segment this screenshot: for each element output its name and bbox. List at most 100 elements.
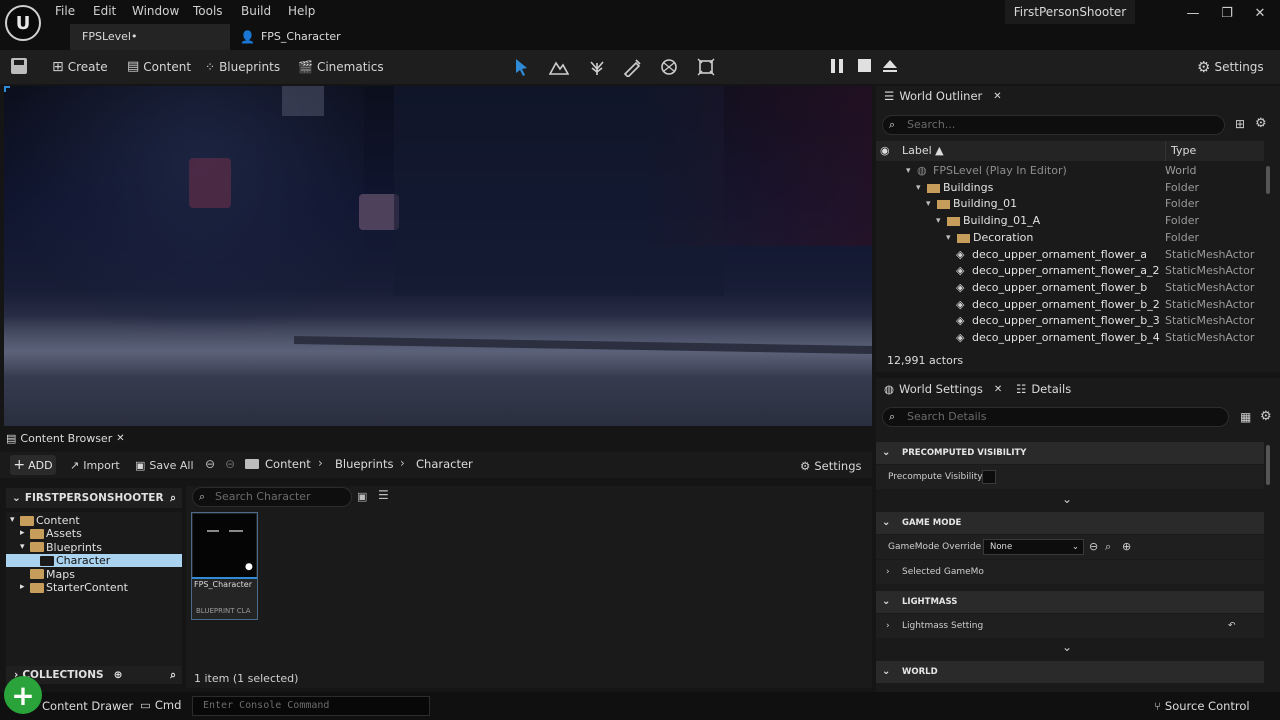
content-tree-item[interactable]: ▾ Blueprints [6, 541, 182, 554]
section-game-mode[interactable]: ⌄ GAME MODE [876, 512, 1264, 534]
chevron-down-icon[interactable]: ▾ [916, 180, 921, 196]
section-precomputed-visibility[interactable]: ⌄ PRECOMPUTED VISIBILITY [876, 442, 1264, 464]
chevron-down-icon[interactable]: ▾ [906, 163, 911, 179]
close-tab-icon[interactable]: ✕ [994, 384, 1002, 395]
filter-icon[interactable]: ☰ [378, 488, 389, 502]
outliner-row[interactable]: ▾ Decoration Folder [876, 230, 1266, 246]
cinematics-button[interactable]: 🎬 Cinematics [298, 58, 384, 76]
content-drawer-plus-icon[interactable]: + [4, 676, 42, 714]
type-column-header[interactable]: Type [1165, 141, 1196, 161]
breadcrumb-blueprints[interactable]: Blueprints [335, 457, 393, 471]
chevron-down-icon[interactable]: ▾ [936, 213, 941, 229]
outliner-row[interactable]: ▾ ◍ FPSLevel (Play In Editor) World [876, 163, 1266, 179]
outliner-row[interactable]: ◈ deco_upper_ornament_flower_b_3 StaticMes… [876, 313, 1266, 329]
console-command-input[interactable]: Enter Console Command [192, 696, 430, 716]
prop-lightmass-settings[interactable]: › Lightmass Setting ↶ [876, 614, 1264, 638]
breadcrumb-separator-icon[interactable]: › [400, 456, 405, 470]
save-all-button[interactable]: ▣ Save All [135, 457, 194, 475]
gear-icon[interactable]: ⚙ [1255, 116, 1267, 131]
add-collection-icon[interactable]: ⊕ [114, 669, 123, 681]
prop-selected-gamemode[interactable]: › Selected GameMo [876, 560, 1264, 584]
menu-help[interactable]: Help [288, 2, 315, 20]
table-view-icon[interactable]: ▦ [1240, 410, 1251, 424]
maximize-button[interactable]: ❐ [1212, 4, 1242, 24]
use-selected-icon[interactable]: ⊖ [1089, 535, 1098, 559]
breadcrumb-character[interactable]: Character [416, 457, 473, 471]
chevron-down-icon[interactable]: ▾ [20, 541, 30, 554]
content-tree-item[interactable]: Maps [6, 568, 182, 581]
content-tree-item[interactable]: Character [6, 554, 182, 568]
browse-search-icon[interactable]: ⌕ [1105, 535, 1111, 559]
add-new-icon[interactable]: ⊕ [1122, 535, 1131, 559]
menu-file[interactable]: File [55, 2, 75, 20]
asset-search-input[interactable]: ⌕ Search Character [192, 487, 352, 507]
content-tree-item[interactable]: ▾ Content [6, 514, 182, 527]
add-folder-icon[interactable]: ⊞ [1235, 117, 1245, 131]
level-viewport[interactable] [4, 86, 872, 426]
outliner-row[interactable]: ◈ deco_upper_ornament_flower_b_2 StaticMes… [876, 297, 1266, 313]
chevron-down-icon[interactable]: ▾ [926, 196, 931, 212]
world-settings-tab[interactable]: ◍ World Settings ✕ [884, 382, 1002, 396]
chevron-right-icon[interactable]: ▸ [20, 527, 30, 540]
search-icon[interactable]: ⌕ [170, 492, 176, 505]
asset-tile-fps-character[interactable]: ● FPS_Character BLUEPRINT CLA [191, 512, 258, 620]
mesh-paint-mode-icon[interactable] [622, 57, 642, 77]
search-icon[interactable]: ⌕ [170, 669, 176, 682]
content-tree-item[interactable]: ▸ Assets [6, 527, 182, 540]
save-icon[interactable] [11, 58, 27, 74]
foliage-mode-icon[interactable] [587, 57, 607, 77]
outliner-row[interactable]: ◈ deco_upper_ornament_flower_a_2 StaticMes… [876, 263, 1266, 279]
section-world[interactable]: ⌄ WORLD [876, 661, 1264, 683]
close-tab-icon[interactable]: ✕ [116, 433, 124, 444]
details-tab[interactable]: ☷ Details [1016, 382, 1071, 396]
gamemode-dropdown[interactable]: None ⌄ [983, 539, 1084, 555]
select-mode-icon[interactable] [512, 57, 532, 77]
outliner-row[interactable]: ◈ deco_upper_ornament_flower_b StaticMeshA… [876, 280, 1266, 296]
add-button[interactable]: + ADD [10, 455, 56, 475]
outliner-row[interactable]: ◈ deco_upper_ornament_flower_a StaticMeshA… [876, 247, 1266, 263]
menu-tools[interactable]: Tools [193, 2, 223, 20]
precompute-visibility-checkbox[interactable] [982, 470, 996, 484]
chevron-right-icon[interactable]: ▸ [20, 581, 30, 594]
expand-advanced-icon[interactable]: ⌄ [1062, 492, 1072, 506]
close-window-button[interactable]: ✕ [1245, 4, 1275, 24]
content-browser-tab[interactable]: ▤ Content Browser ✕ [6, 428, 130, 448]
close-tab-icon[interactable]: ✕ [993, 91, 1001, 102]
content-button[interactable]: ▤ Content [127, 58, 191, 76]
history-forward-icon[interactable]: ⊖ [225, 457, 235, 471]
content-root-header[interactable]: ⌄ FIRSTPERSONSHOOTER ⌕ [6, 488, 182, 508]
menu-window[interactable]: Window [132, 2, 179, 20]
blueprints-button[interactable]: ⁘ Blueprints [205, 58, 280, 76]
unreal-logo-icon[interactable]: U [5, 5, 41, 41]
chevron-down-icon[interactable]: ▾ [946, 230, 951, 246]
minimize-button[interactable]: — [1178, 4, 1208, 24]
label-column-header[interactable]: Label ▲ [902, 141, 944, 161]
details-search-input[interactable]: ⌕ Search Details [882, 407, 1229, 427]
world-outliner-tab[interactable]: ☰ World Outliner ✕ [884, 89, 1002, 103]
save-search-icon[interactable]: ▣ [357, 490, 367, 503]
gear-icon[interactable]: ⚙ [1260, 409, 1272, 424]
reset-to-default-icon[interactable]: ↶ [1228, 614, 1236, 638]
fracture-mode-icon[interactable] [659, 57, 679, 77]
create-button[interactable]: ⊞ Create [52, 58, 108, 76]
eject-button[interactable] [882, 58, 898, 74]
menu-edit[interactable]: Edit [93, 2, 116, 20]
content-drawer-button[interactable]: Content Drawer [42, 699, 133, 713]
stop-button[interactable] [858, 59, 871, 72]
source-control-button[interactable]: ⑂ Source Control [1154, 699, 1250, 713]
geometry-mode-icon[interactable] [696, 57, 716, 77]
cmd-button[interactable]: ▭ Cmd [140, 698, 181, 712]
outliner-search-input[interactable]: ⌕ Search... [882, 115, 1225, 135]
landscape-mode-icon[interactable] [549, 57, 569, 77]
outliner-row[interactable]: ▾ Building_01 Folder [876, 196, 1266, 212]
tab-fps-character[interactable]: 👤 FPS_Character [232, 24, 392, 50]
toolbar-settings-button[interactable]: ⚙ Settings [1197, 58, 1264, 76]
import-button[interactable]: ↗ Import [70, 457, 120, 475]
tab-fpslevel[interactable]: FPSLevel• [70, 24, 230, 50]
chevron-down-icon[interactable]: ▾ [10, 514, 20, 527]
content-tree-item[interactable]: ▸ StarterContent [6, 581, 182, 594]
visibility-eye-icon[interactable]: ◉ [880, 141, 890, 161]
outliner-row[interactable]: ◈ deco_upper_ornament_flower_b_4 StaticMes… [876, 330, 1266, 346]
outliner-row[interactable]: ▾ Buildings Folder [876, 180, 1266, 196]
outliner-row[interactable]: ▾ Building_01_A Folder [876, 213, 1266, 229]
